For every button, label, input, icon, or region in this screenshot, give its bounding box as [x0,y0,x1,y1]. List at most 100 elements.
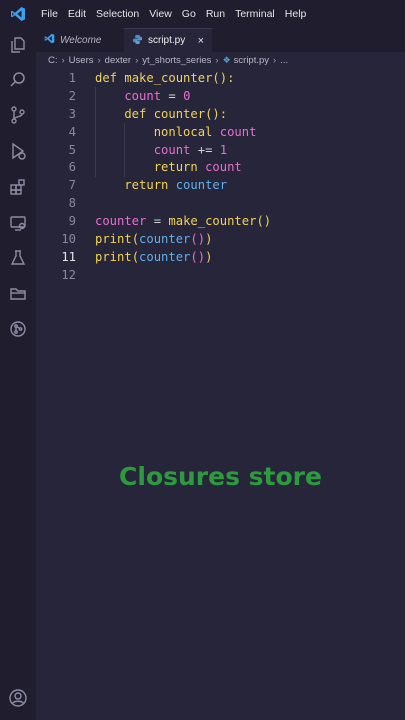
menu-go[interactable]: Go [177,0,201,28]
line-code: print(counter()) [95,250,212,264]
breadcrumb-users[interactable]: Users [69,55,94,66]
run-debug-icon[interactable] [7,140,29,162]
source-control-icon[interactable] [7,104,29,126]
code-token: = [161,88,184,103]
menu-run[interactable]: Run [201,0,230,28]
code-editor[interactable]: 1 def make_counter(): 2 count = 03 def cou… [36,69,405,284]
line-code: counter = make_counter() [95,214,271,228]
remote-explorer-icon[interactable] [7,212,29,234]
code-line[interactable]: 2 count = 0 [36,87,405,105]
breadcrumb-folder[interactable]: yt_shorts_series [142,55,211,66]
folder-icon[interactable] [7,283,29,305]
code-token: print [95,231,132,246]
line-number: 4 [68,124,76,139]
line-number: 5 [68,142,76,157]
menu-terminal[interactable]: Terminal [230,0,280,28]
code-token: += [190,142,220,157]
code-line[interactable]: 3 def counter(): [36,105,405,123]
breadcrumb-symbol[interactable]: ... [280,55,288,66]
extensions-icon[interactable] [7,176,29,198]
code-token: 1 [219,142,228,157]
code-line[interactable]: 5 count += 1 [36,141,405,159]
code-line[interactable]: 9 counter = make_counter() [36,212,405,230]
code-token: ( [131,249,140,264]
code-token: counter [153,106,206,121]
account-icon[interactable] [7,687,29,709]
code-token: counter [95,214,147,229]
breadcrumb-file[interactable]: script.py [234,55,269,66]
code-line[interactable]: 12 [36,266,405,284]
code-line[interactable]: 7 return counter [36,176,405,194]
editor-tabs: Welcome script.py × [36,28,405,52]
menu-help[interactable]: Help [280,0,312,28]
code-token: count [95,142,191,157]
code-line[interactable]: 6 return count [36,158,405,176]
code-token: count [95,88,162,103]
code-line[interactable]: 11 print(counter()) [36,248,405,266]
line-code: return counter [95,178,227,192]
line-code: print(counter()) [95,232,212,246]
code-token: () [190,231,206,246]
menu-view[interactable]: View [144,0,177,28]
breadcrumb: C: › Users › dexter › yt_shorts_series ›… [36,52,405,69]
git-graph-icon[interactable] [7,318,29,340]
code-line[interactable]: 4 nonlocal count [36,123,405,141]
line-code: return count [95,160,242,174]
code-token: counter [175,178,228,193]
line-code: def make_counter(): [95,71,234,85]
line-number: 7 [68,178,76,193]
line-number: 11 [61,249,76,264]
code-token: return [95,178,176,193]
code-token: counter [139,231,191,246]
chevron-right-icon: › [97,55,101,66]
line-number: 8 [68,196,76,211]
line-number: 10 [61,231,76,246]
line-code: def counter(): [95,107,227,121]
title-bar: File Edit Selection View Go Run Terminal… [0,0,405,28]
line-number: 1 [68,70,76,85]
code-token: () [190,249,206,264]
tab-label: script.py [148,35,186,46]
line-number: 6 [68,160,76,175]
menu-selection[interactable]: Selection [91,0,144,28]
code-token: () [256,214,272,229]
code-token: return [95,160,206,175]
menu-edit[interactable]: Edit [63,0,91,28]
code-token: print [95,249,132,264]
tab-welcome[interactable]: Welcome [36,28,124,52]
explorer-icon[interactable] [7,34,29,56]
code-line[interactable]: 1 def make_counter(): [36,69,405,87]
code-line[interactable]: 8 [36,194,405,212]
vscode-logo-icon [0,0,36,28]
code-token: ) [205,231,213,246]
chevron-right-icon: › [135,55,139,66]
code-token: def [95,106,154,121]
breadcrumb-drive[interactable]: C: [48,55,58,66]
close-icon[interactable]: × [198,35,204,47]
search-icon[interactable] [7,69,29,91]
code-token: make_counter [168,214,257,229]
code-line[interactable]: 10 print(counter()) [36,230,405,248]
line-code: count = 0 [95,89,190,103]
code-token: count [219,124,257,139]
line-number: 12 [61,267,76,282]
code-token: counter [139,249,191,264]
code-token: (): [212,70,235,85]
testing-icon[interactable] [7,247,29,269]
code-token: ( [131,231,140,246]
code-token: def [95,70,125,85]
code-token: (): [205,106,228,121]
breadcrumb-dexter[interactable]: dexter [105,55,131,66]
line-code: count += 1 [95,143,227,157]
python-file-icon [132,34,143,48]
chevron-right-icon: › [61,55,65,66]
line-code: nonlocal count [95,124,257,139]
tab-script-py[interactable]: script.py × [124,28,212,52]
menu-bar: File Edit Selection View Go Run Terminal… [36,0,311,28]
python-file-icon: ❖ [222,55,231,65]
menu-file[interactable]: File [36,0,63,28]
line-number: 3 [68,106,76,121]
code-token: = [146,214,169,229]
vscode-logo-icon [44,33,55,47]
activity-bar [0,28,36,720]
